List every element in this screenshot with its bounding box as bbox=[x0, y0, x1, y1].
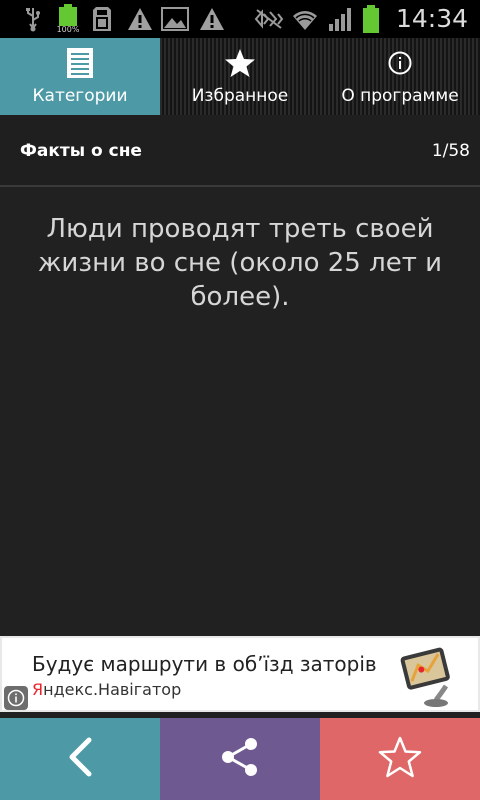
battery-100-icon: 100% bbox=[54, 4, 82, 34]
chevron-left-icon bbox=[65, 737, 95, 781]
tab-label: Категории bbox=[32, 86, 128, 106]
warning-icon bbox=[126, 4, 154, 34]
signal-icon bbox=[326, 4, 356, 34]
tab-about[interactable]: О программе bbox=[320, 38, 480, 115]
star-outline-icon bbox=[378, 736, 422, 782]
ad-info-icon[interactable] bbox=[4, 686, 28, 710]
status-bar: 100% 14:34 bbox=[0, 0, 480, 38]
list-icon bbox=[63, 46, 97, 80]
sd-card-icon bbox=[90, 4, 114, 34]
ad-brand-rest: ндекс.Навігатор bbox=[43, 680, 182, 699]
ad-brand: Яндекс.Навігатор bbox=[32, 680, 181, 699]
usb-icon bbox=[22, 4, 44, 34]
tab-favorites[interactable]: Избранное bbox=[160, 38, 320, 115]
tab-label: О программе bbox=[341, 86, 459, 106]
ad-brand-prefix: Я bbox=[32, 680, 44, 699]
battery-percent-label: 100% bbox=[56, 25, 80, 34]
tab-label: Избранное bbox=[191, 86, 289, 106]
status-time: 14:34 bbox=[395, 4, 468, 33]
star-icon bbox=[223, 46, 257, 80]
back-button[interactable] bbox=[0, 718, 160, 800]
fact-header: Факты о сне 1/58 bbox=[0, 115, 480, 187]
image-icon bbox=[160, 4, 190, 34]
silent-icon bbox=[254, 4, 284, 34]
wifi-icon bbox=[290, 4, 320, 34]
add-to-favorites-button[interactable] bbox=[320, 718, 480, 800]
ad-banner[interactable]: Будує маршрути в об’їзд заторів Яндекс.Н… bbox=[0, 636, 480, 712]
battery-icon bbox=[360, 4, 382, 34]
tab-categories[interactable]: Категории bbox=[0, 38, 160, 115]
tab-bar: Категории Избранное О программе bbox=[0, 38, 480, 115]
share-button[interactable] bbox=[160, 718, 320, 800]
warning-icon bbox=[198, 4, 226, 34]
category-title: Факты о сне bbox=[20, 141, 142, 161]
share-icon bbox=[218, 737, 262, 781]
navigator-device-icon bbox=[396, 642, 458, 708]
info-icon bbox=[383, 46, 417, 80]
ad-headline: Будує маршрути в об’їзд заторів bbox=[32, 652, 377, 676]
fact-text[interactable]: Люди проводят треть своей жизни во сне (… bbox=[0, 212, 480, 314]
fact-counter: 1/58 bbox=[431, 141, 470, 161]
bottom-action-bar bbox=[0, 718, 480, 800]
